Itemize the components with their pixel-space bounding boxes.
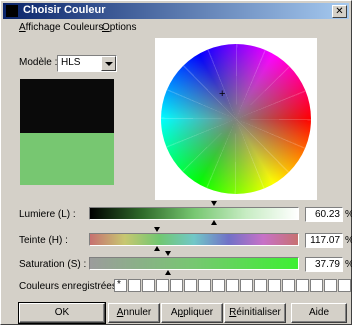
lumiere-label: Lumiere (L) : [19, 209, 76, 220]
model-select-value: HLS [61, 57, 81, 68]
aide-button[interactable]: Aide [291, 303, 347, 323]
asterisk-icon: * [117, 279, 121, 290]
teinte-marker-icon[interactable] [154, 227, 160, 232]
saturation-unit: % [345, 259, 352, 270]
color-chooser-window: Choisir Couleur ✕ Affichage Couleurs Opt… [0, 0, 352, 325]
saved-colors-label: Couleurs enregistrées: [19, 281, 120, 292]
saturation-marker-icon[interactable] [165, 251, 171, 256]
saved-color-slot[interactable] [142, 279, 155, 292]
lumiere-slider[interactable] [89, 207, 299, 220]
saved-color-slot[interactable] [212, 279, 225, 292]
saturation-label: Saturation (S) : [19, 259, 87, 270]
title-bar[interactable]: Choisir Couleur ✕ [3, 3, 349, 19]
saved-colors-grid: * [114, 279, 352, 292]
saved-color-slot[interactable] [198, 279, 211, 292]
window-title: Choisir Couleur [23, 4, 106, 16]
crosshair-icon[interactable]: + [219, 89, 225, 100]
ok-button[interactable]: OK [18, 302, 106, 324]
model-select[interactable]: HLS [57, 55, 117, 72]
previous-color-swatch [20, 79, 114, 133]
annuler-button[interactable]: Annuler [108, 303, 160, 323]
color-wheel-segments [161, 44, 311, 194]
saved-color-slot[interactable] [324, 279, 337, 292]
saved-color-slot[interactable] [226, 279, 239, 292]
saved-color-slot[interactable]: * [114, 279, 127, 292]
color-wheel-panel[interactable]: + [155, 38, 317, 200]
saved-color-slot[interactable] [240, 279, 253, 292]
lumiere-value-field[interactable]: 60.23 [305, 207, 343, 222]
saved-color-slot[interactable] [296, 279, 309, 292]
menu-affichage-couleurs[interactable]: Affichage Couleurs [19, 22, 103, 33]
window-icon [6, 5, 18, 17]
saved-color-slot[interactable] [338, 279, 351, 292]
appliquer-button[interactable]: Appliquer [161, 303, 223, 323]
menu-bar: Affichage Couleurs Options [3, 21, 349, 36]
teinte-label: Teinte (H) : [19, 235, 68, 246]
teinte-unit: % [345, 235, 352, 246]
teinte-slider[interactable] [89, 233, 299, 246]
saved-color-slot[interactable] [310, 279, 323, 292]
menu-options[interactable]: Options [102, 22, 136, 33]
teinte-value-field[interactable]: 117.07 [305, 233, 343, 248]
lumiere-marker-icon[interactable] [211, 220, 217, 225]
saturation-slider[interactable] [89, 257, 299, 270]
lumiere-marker-icon[interactable] [211, 201, 217, 206]
saturation-value-field[interactable]: 37.79 [305, 257, 343, 272]
lumiere-unit: % [345, 209, 352, 220]
model-label: Modèle : [19, 57, 58, 68]
saved-color-slot[interactable] [282, 279, 295, 292]
chevron-down-icon[interactable] [101, 56, 116, 71]
saved-color-slot[interactable] [254, 279, 267, 292]
saved-color-slot[interactable] [170, 279, 183, 292]
current-color-swatch [20, 133, 114, 185]
close-icon[interactable]: ✕ [332, 5, 347, 18]
saved-color-slot[interactable] [184, 279, 197, 292]
teinte-marker-icon[interactable] [154, 246, 160, 251]
saved-color-slot[interactable] [156, 279, 169, 292]
reinitialiser-button[interactable]: Réinitialiser [224, 303, 286, 323]
saturation-marker-icon[interactable] [165, 270, 171, 275]
saved-color-slot[interactable] [128, 279, 141, 292]
saved-color-slot[interactable] [268, 279, 281, 292]
